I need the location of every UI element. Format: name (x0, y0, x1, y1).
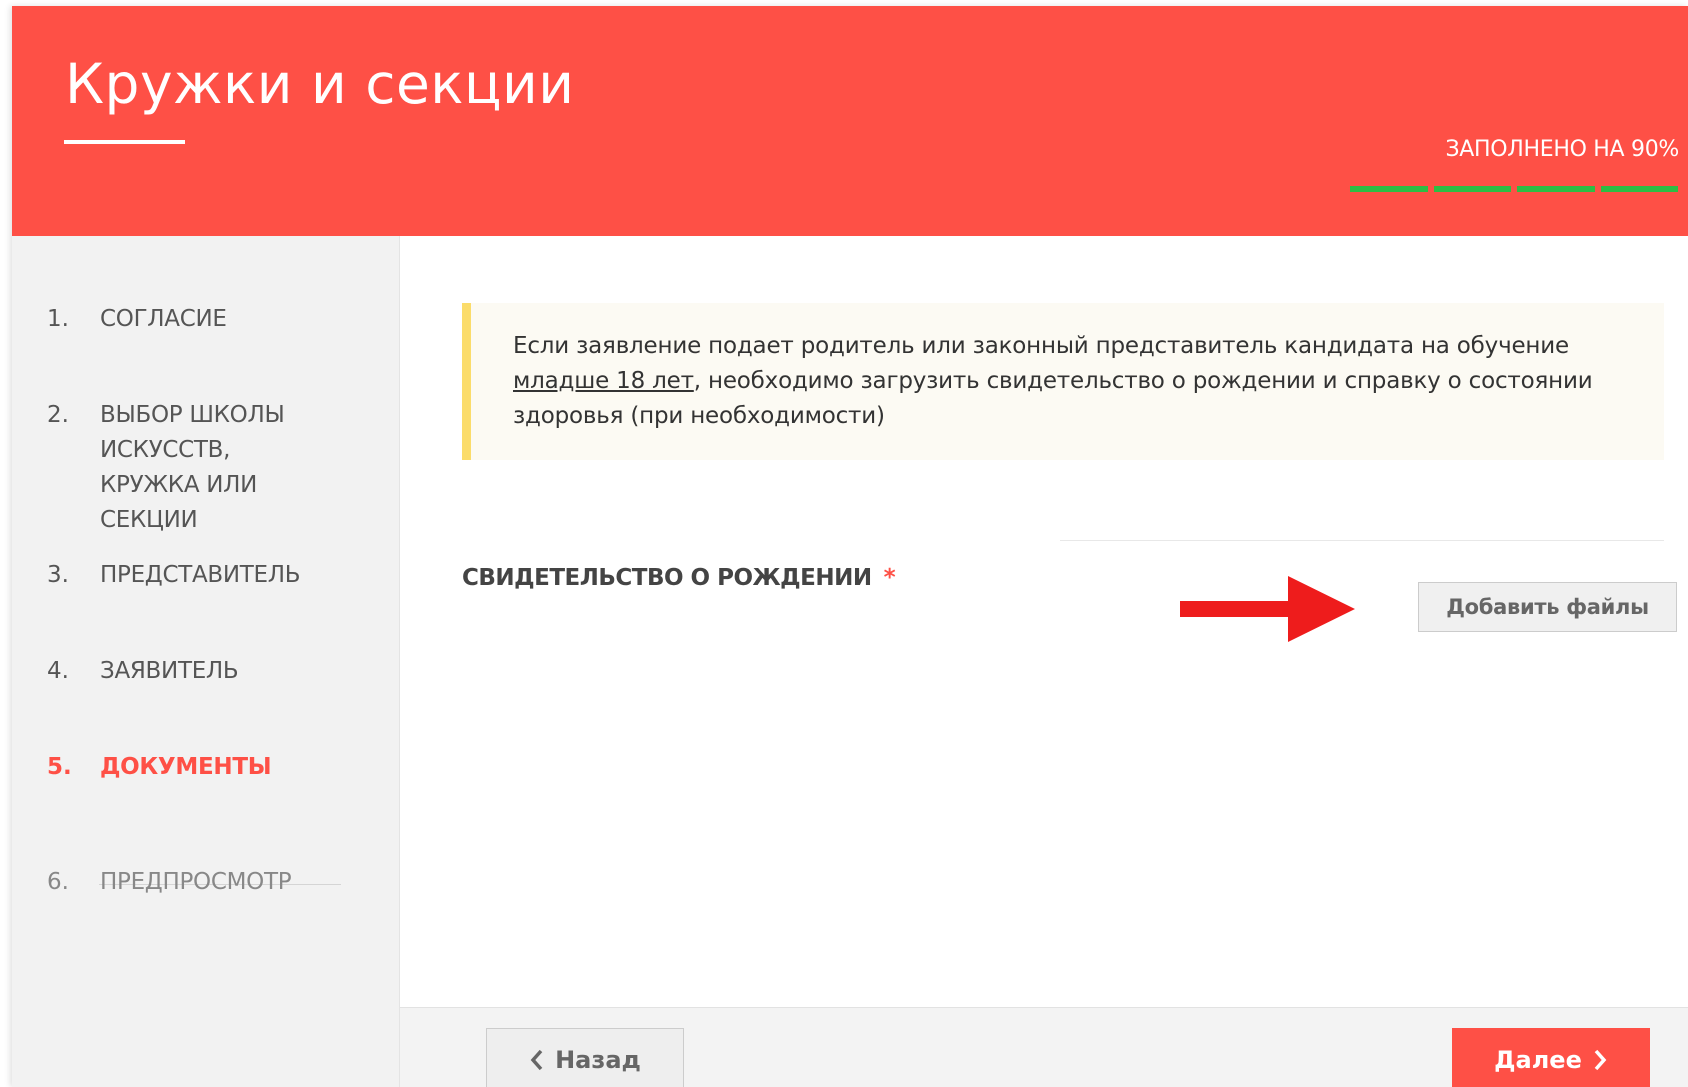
progress-segment (1600, 186, 1678, 192)
form-footer: Назад Далее (400, 1007, 1688, 1087)
progress-segment (1517, 186, 1595, 192)
page-header: Кружки и секции ЗАПОЛНЕНО НА 90% (12, 6, 1688, 236)
step-label: ДОКУМЕНТЫ (100, 754, 272, 780)
step-label: ЗАЯВИТЕЛЬ (100, 658, 239, 684)
progress-segment (1433, 186, 1511, 192)
step-documents[interactable]: 5. ДОКУМЕНТЫ (47, 750, 272, 785)
step-number: 3. (47, 562, 69, 588)
add-files-button[interactable]: Добавить файлы (1418, 582, 1677, 632)
title-underline (64, 140, 185, 144)
main-content: Если заявление подает родитель или закон… (400, 236, 1688, 1007)
progress-bar (1350, 186, 1678, 192)
progress-label: ЗАПОЛНЕНО НА 90% (1445, 137, 1679, 162)
back-button[interactable]: Назад (486, 1028, 684, 1087)
next-button[interactable]: Далее (1452, 1028, 1650, 1087)
step-label: СОГЛАСИЕ (100, 306, 227, 332)
notice-text: Если заявление подает родитель или закон… (513, 333, 1569, 359)
step-preview[interactable]: 6. ПРЕДПРОСМОТР (47, 865, 292, 900)
steps-sidebar: 1. СОГЛАСИЕ 2. ВЫБОР ШКОЛЫ ИСКУССТВ, КРУ… (12, 236, 400, 1087)
chevron-left-icon (530, 1049, 543, 1071)
required-mark: * (883, 565, 896, 591)
field-label-text: СВИДЕТЕЛЬСТВО О РОЖДЕНИИ (462, 565, 872, 591)
info-notice: Если заявление подает родитель или закон… (462, 303, 1664, 460)
field-separator (1060, 540, 1664, 541)
step-number: 6. (47, 869, 69, 895)
back-button-label: Назад (555, 1046, 641, 1074)
step-label: ВЫБОР ШКОЛЫ ИСКУССТВ, КРУЖКА ИЛИ СЕКЦИИ (100, 402, 285, 533)
next-button-label: Далее (1494, 1046, 1582, 1074)
step-label: ПРЕДПРОСМОТР (100, 869, 292, 895)
application-window: Кружки и секции ЗАПОЛНЕНО НА 90% 1. СОГЛ… (12, 6, 1688, 1087)
step-number: 5. (47, 754, 72, 780)
step-representative[interactable]: 3. ПРЕДСТАВИТЕЛЬ (47, 558, 301, 593)
page-title: Кружки и секции (65, 52, 575, 116)
step-number: 4. (47, 658, 69, 684)
step-number: 1. (47, 306, 69, 332)
step-consent[interactable]: 1. СОГЛАСИЕ (47, 302, 227, 337)
step-label: ПРЕДСТАВИТЕЛЬ (100, 562, 301, 588)
progress-segment (1350, 186, 1428, 192)
chevron-right-icon (1594, 1049, 1607, 1071)
red-arrow-icon (1180, 576, 1355, 642)
notice-underlined-text: младше 18 лет (513, 368, 694, 394)
step-number: 2. (47, 402, 69, 428)
birth-certificate-label: СВИДЕТЕЛЬСТВО О РОЖДЕНИИ * (462, 565, 896, 591)
step-school-selection[interactable]: 2. ВЫБОР ШКОЛЫ ИСКУССТВ, КРУЖКА ИЛИ СЕКЦ… (47, 398, 327, 538)
step-applicant[interactable]: 4. ЗАЯВИТЕЛЬ (47, 654, 239, 689)
